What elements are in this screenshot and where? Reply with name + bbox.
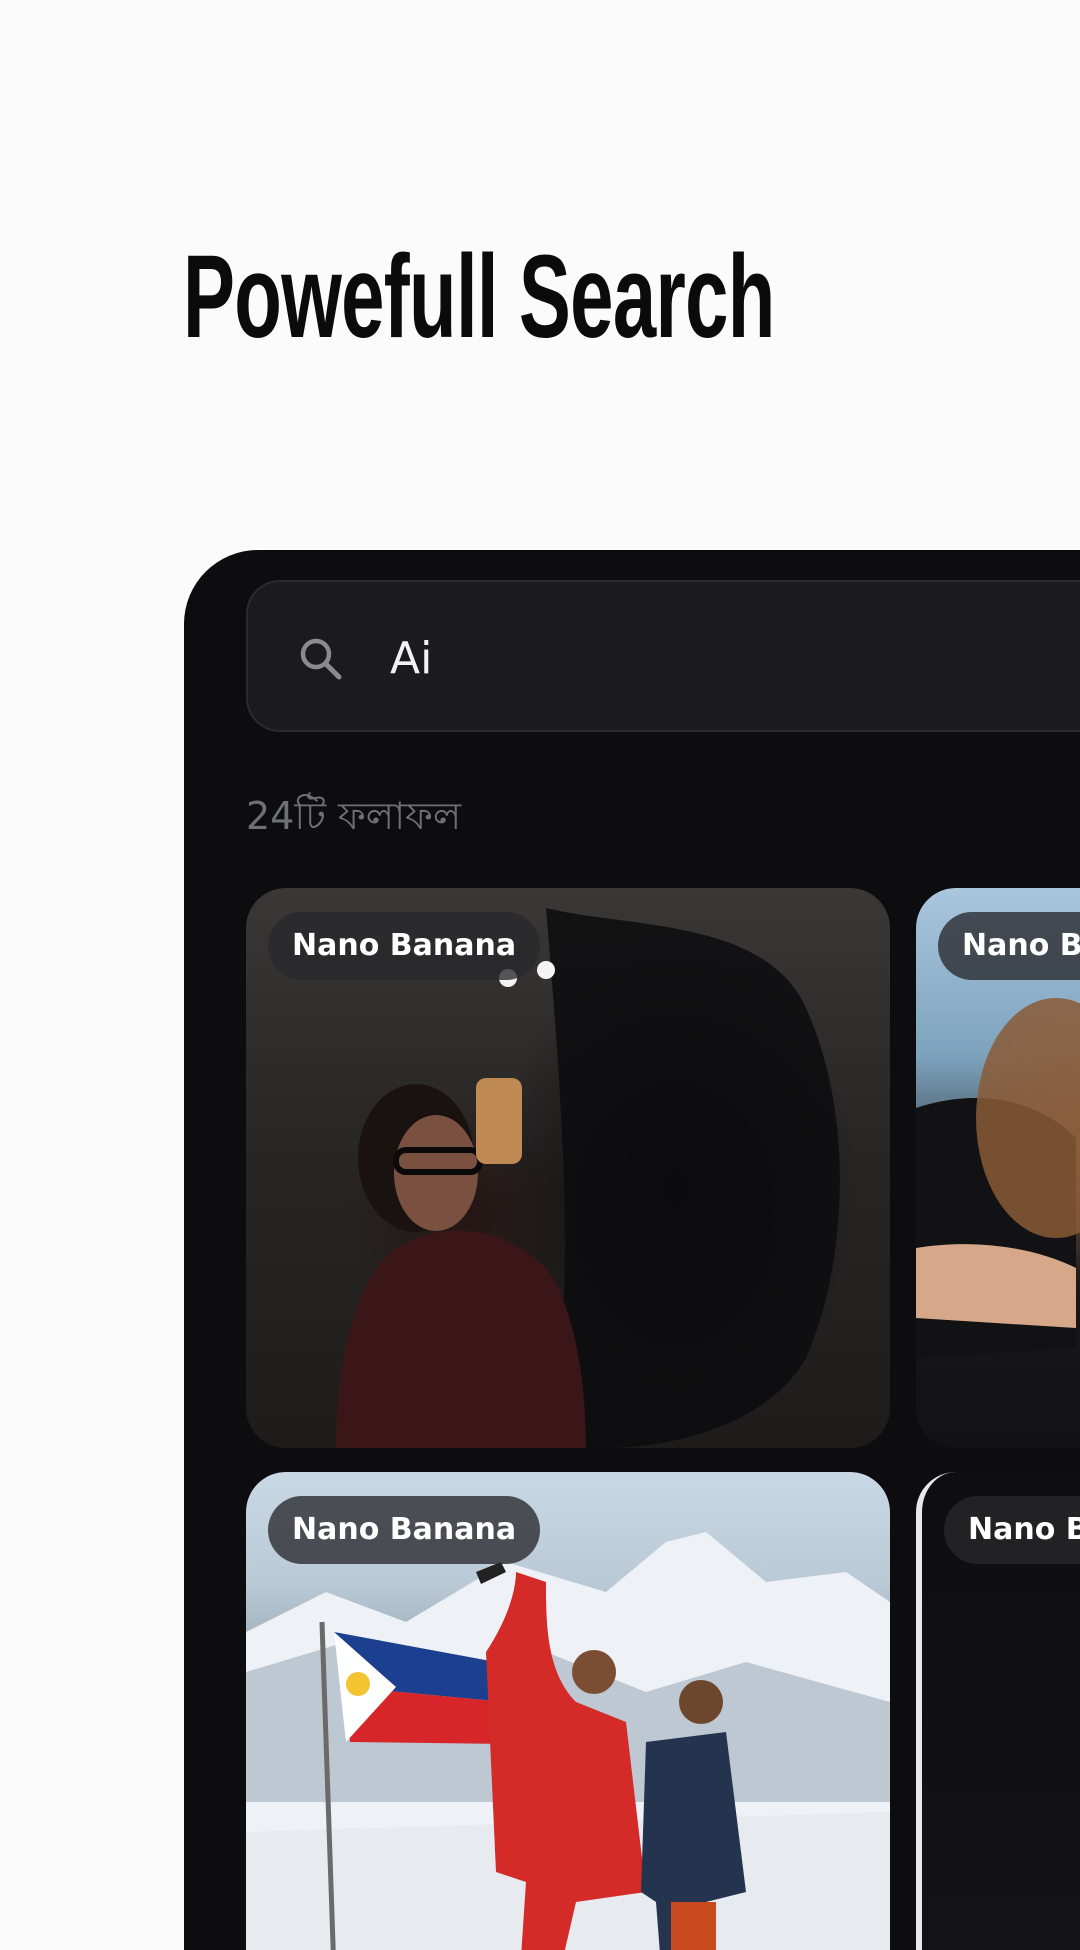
search-icon xyxy=(300,638,342,680)
result-card[interactable]: Nano Banana xyxy=(246,1472,890,1950)
search-input[interactable] xyxy=(390,618,1080,698)
card-badge: Nano Banana xyxy=(268,1496,541,1564)
card-badge: Nano Banana xyxy=(944,1496,1080,1564)
app-screen: 24টি ফলাফল Nano Banana Nano Banana xyxy=(184,550,1080,1950)
result-card[interactable]: Nano Banana xyxy=(916,1472,1080,1950)
card-badge: Nano Banana xyxy=(268,912,541,980)
page-headline: Powefull Search xyxy=(183,231,775,363)
result-card[interactable]: Nano Banana xyxy=(916,888,1080,1448)
result-card[interactable]: Nano Banana xyxy=(246,888,890,1448)
search-bar[interactable] xyxy=(246,580,1080,732)
results-count: 24টি ফলাফল xyxy=(246,794,462,838)
card-badge: Nano Banana xyxy=(938,912,1080,980)
